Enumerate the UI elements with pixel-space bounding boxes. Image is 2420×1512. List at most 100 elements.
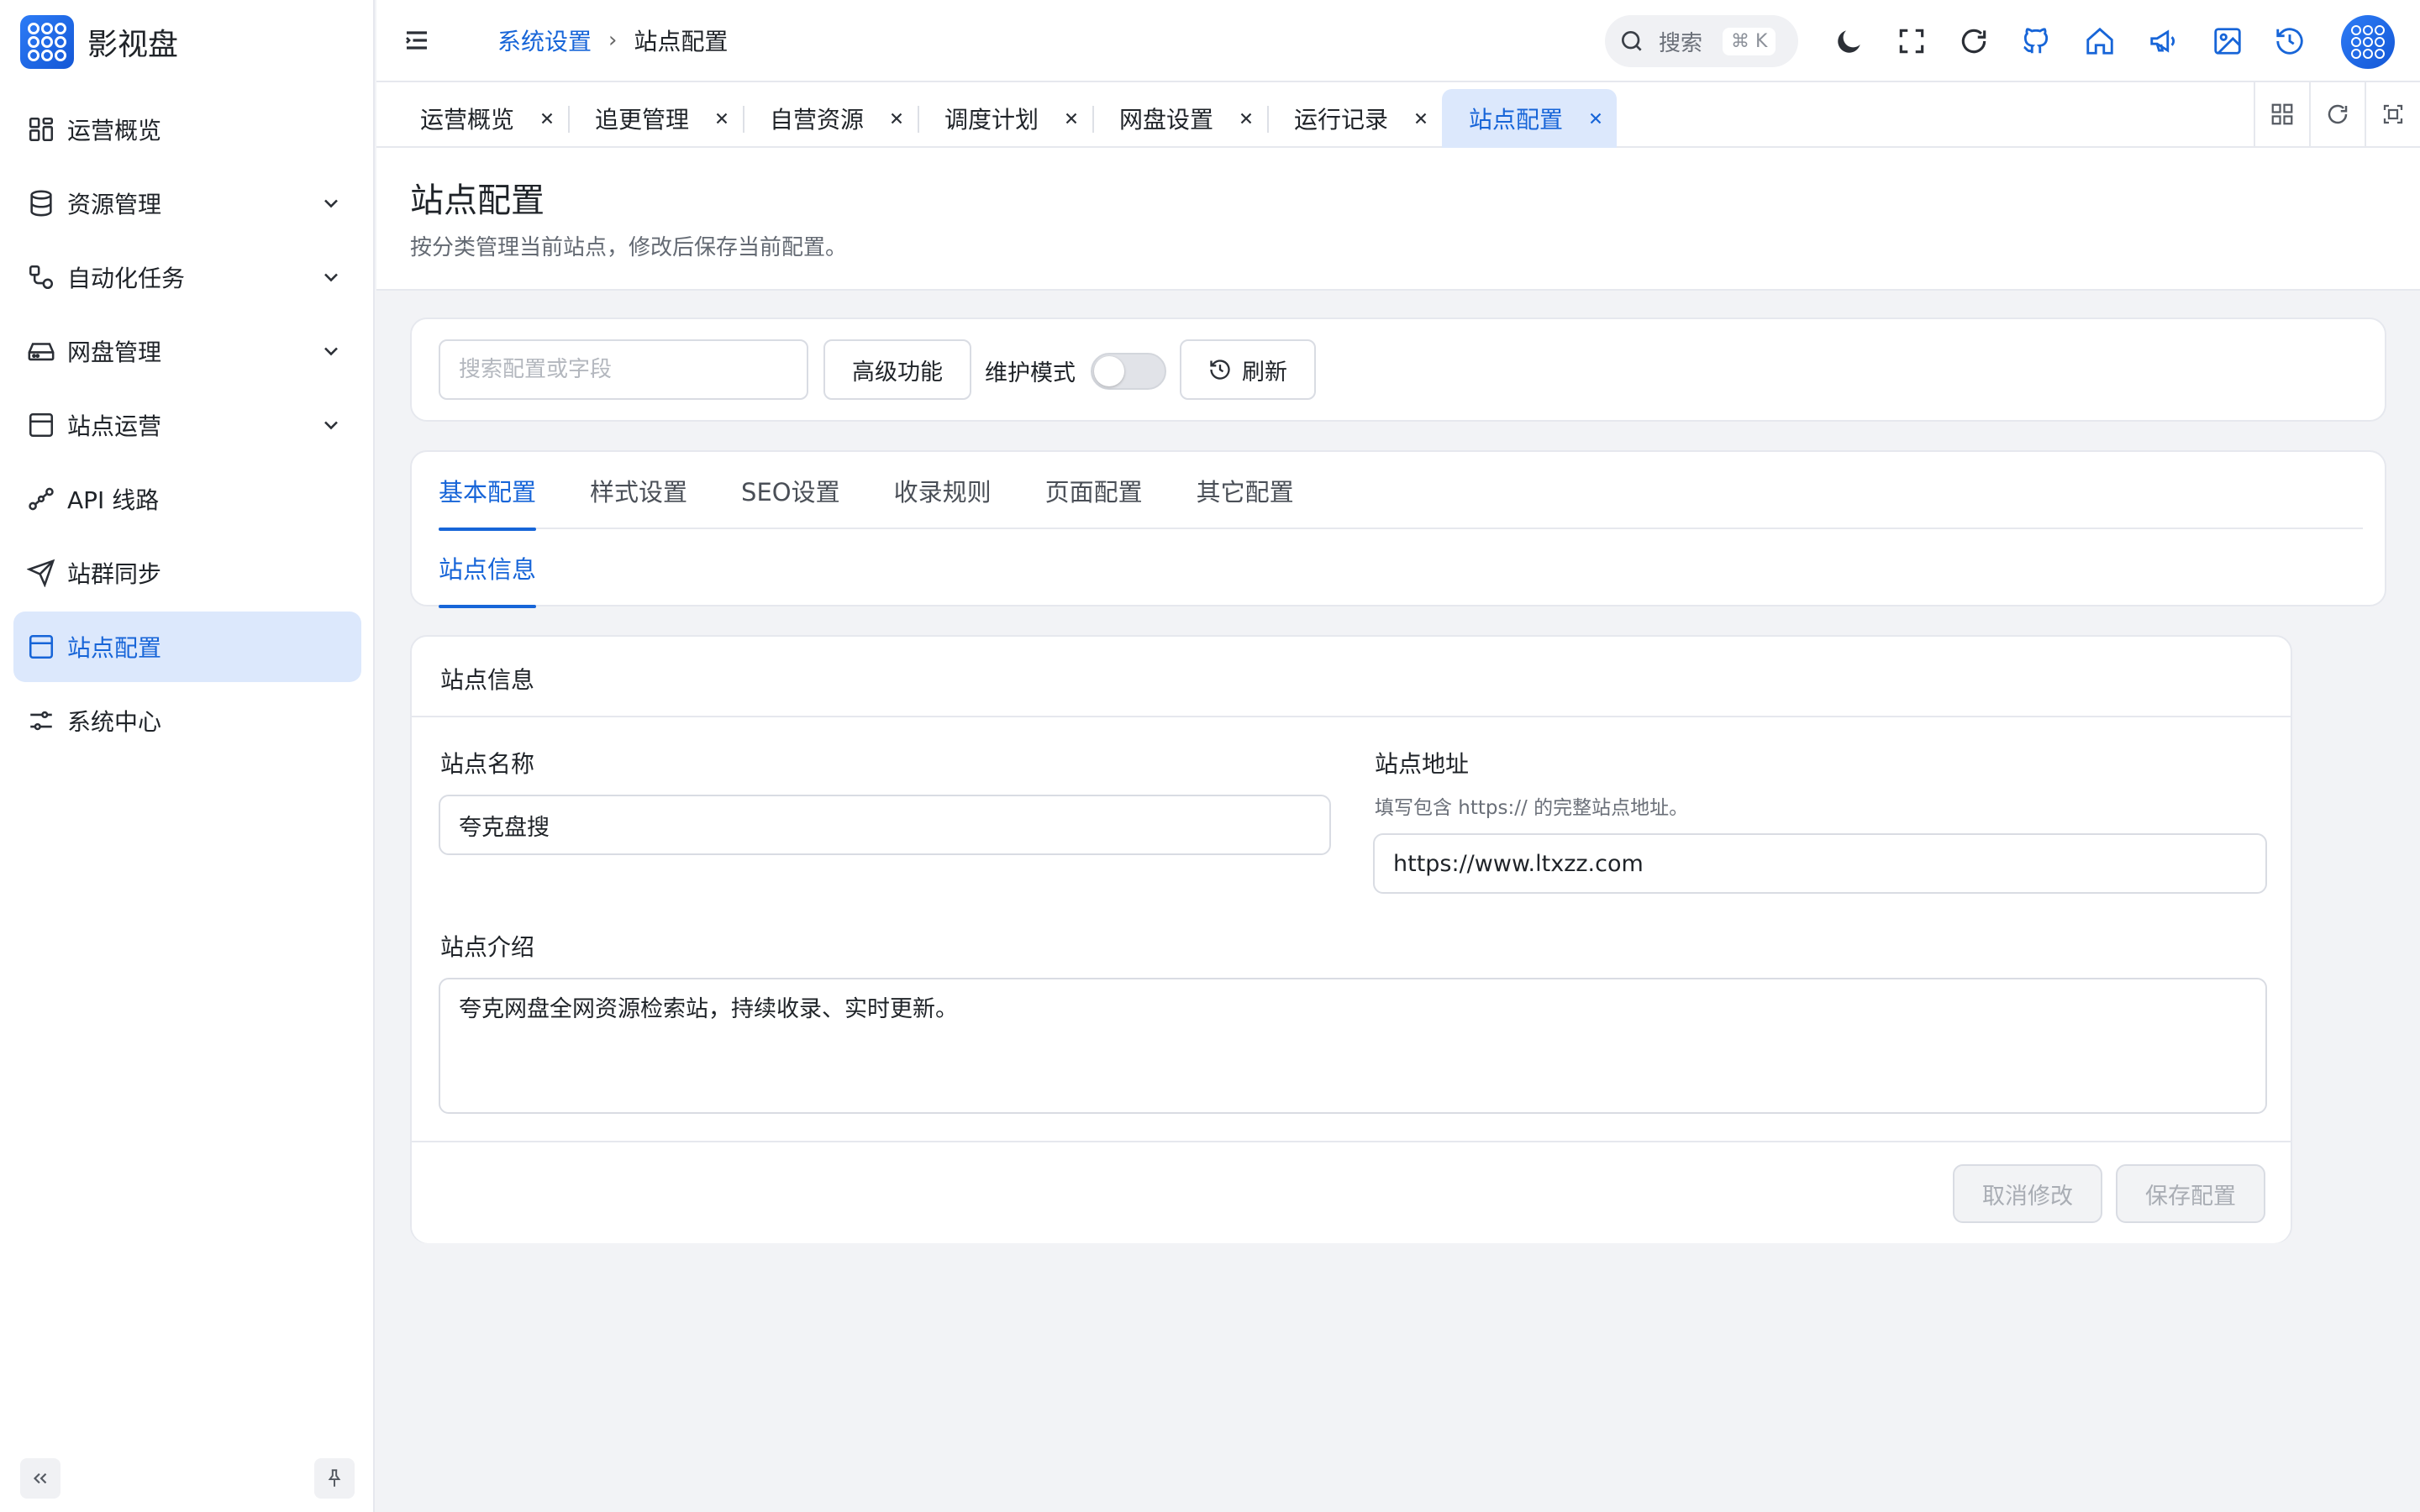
refresh-button[interactable]: 刷新 <box>1180 339 1316 400</box>
site-intro-textarea[interactable]: 夸克网盘全网资源检索站，持续收录、实时更新。 <box>439 978 2267 1114</box>
search-shortcut: ⌘ K <box>1723 27 1776 55</box>
site-name-label: 站点名称 <box>440 750 535 778</box>
chevron-down-icon <box>324 273 338 282</box>
moon-icon[interactable] <box>1833 25 1865 57</box>
tab-basic-config[interactable]: 基本配置 <box>439 452 537 531</box>
image-icon[interactable] <box>2212 25 2244 57</box>
tab-overview[interactable]: 运营概览 <box>393 89 568 148</box>
form-footer: 取消修改 保存配置 <box>412 1141 2291 1243</box>
close-icon[interactable] <box>887 109 906 128</box>
advanced-features-button[interactable]: 高级功能 <box>823 339 971 400</box>
tab-label: 网盘设置 <box>1119 106 1214 134</box>
site-intro-label: 站点介绍 <box>440 933 535 961</box>
sidebar-item-site-config[interactable]: 站点配置 <box>13 612 361 682</box>
site-name-input[interactable] <box>439 795 1331 855</box>
sidebar-item-site-sync[interactable]: 站群同步 <box>13 538 361 608</box>
maintenance-mode-toggle[interactable] <box>1091 353 1166 390</box>
refresh-icon <box>2328 104 2348 124</box>
tab-label: 运行记录 <box>1294 106 1389 134</box>
tab-seo-settings[interactable]: SEO设置 <box>741 452 840 529</box>
page-description: 按分类管理当前站点，修改后保存当前配置。 <box>410 235 848 260</box>
history-icon <box>1210 360 1230 380</box>
search-label: 搜索 <box>1659 30 1703 56</box>
home-icon[interactable] <box>2084 25 2116 57</box>
window-icon <box>29 634 54 659</box>
app-logo <box>20 15 74 69</box>
sidebar-item-automation[interactable]: 自动化任务 <box>13 242 361 312</box>
save-config-button[interactable]: 保存配置 <box>2116 1164 2265 1223</box>
site-url-input[interactable] <box>1373 833 2267 894</box>
chevron-down-icon <box>324 199 338 208</box>
github-icon[interactable] <box>2020 25 2052 57</box>
sidebar-item-system[interactable]: 系统中心 <box>13 685 361 756</box>
tab-style-settings[interactable]: 样式设置 <box>590 452 687 529</box>
sidebar-item-site-ops[interactable]: 站点运营 <box>13 390 361 460</box>
sidebar-item-drive[interactable]: 网盘管理 <box>13 316 361 386</box>
config-search-input[interactable] <box>439 339 808 400</box>
tab-label: 追更管理 <box>595 106 690 134</box>
refresh-icon[interactable] <box>1958 25 1990 57</box>
sidebar-item-label: 运营概览 <box>67 117 162 144</box>
tabs-maximize-button[interactable] <box>2365 82 2420 146</box>
site-info-form: 站点信息 站点名称 站点地址 填写包含 https:// 的完整站点地址。 站点… <box>410 635 2292 1243</box>
tab-follow-updates[interactable]: 追更管理 <box>568 89 743 148</box>
close-icon[interactable] <box>1412 109 1430 128</box>
drive-icon <box>28 343 55 361</box>
browser-icon <box>29 412 54 438</box>
sidebar-item-label: API 线路 <box>67 486 160 514</box>
tab-schedule[interactable]: 调度计划 <box>918 89 1092 148</box>
sidebar-item-api-routes[interactable]: API 线路 <box>13 464 361 534</box>
breadcrumb-item-system-settings[interactable]: 系统设置 <box>497 24 592 57</box>
tab-label: 站点配置 <box>1469 106 1564 134</box>
page-header: 站点配置 按分类管理当前站点，修改后保存当前配置。 <box>376 148 2420 291</box>
open-tabs-bar: 运营概览 追更管理 自营资源 调度计划 网盘设置 运行记录 站点配置 <box>376 82 2420 148</box>
collapse-sidebar-button[interactable] <box>20 1458 60 1499</box>
tabs-reload-button[interactable] <box>2309 82 2365 146</box>
chevron-down-icon <box>324 421 338 430</box>
global-search[interactable]: 搜索 ⌘ K <box>1605 15 1798 67</box>
route-icon <box>29 487 54 511</box>
search-icon <box>1622 31 1642 51</box>
config-main-tabs: 基本配置 样式设置 SEO设置 收录规则 页面配置 其它配置 <box>439 452 2363 531</box>
tab-run-logs[interactable]: 运行记录 <box>1267 89 1442 148</box>
tab-indexing-rules[interactable]: 收录规则 <box>894 452 992 529</box>
megaphone-icon[interactable] <box>2148 25 2180 57</box>
sidebar-menu: 运营概览 资源管理 自动化任务 网盘管理 站点运营 API 线路 站群同步 站点… <box>13 94 361 759</box>
close-icon[interactable] <box>1586 109 1605 128</box>
tab-page-config[interactable]: 页面配置 <box>1045 452 1143 529</box>
app-name: 影视盘 <box>87 28 179 62</box>
brand[interactable]: 影视盘 <box>20 15 178 69</box>
tabs-grid-button[interactable] <box>2254 82 2309 146</box>
breadcrumb-item-current: 站点配置 <box>634 28 729 55</box>
sidebar-item-overview[interactable]: 运营概览 <box>13 94 361 165</box>
chevron-down-icon <box>324 347 338 356</box>
close-icon[interactable] <box>713 109 731 128</box>
close-icon[interactable] <box>538 109 556 128</box>
subtab-site-info[interactable]: 站点信息 <box>439 529 537 608</box>
tabs-actions <box>2254 82 2420 146</box>
tab-site-config[interactable]: 站点配置 <box>1442 89 1617 148</box>
tab-own-resources[interactable]: 自营资源 <box>743 89 918 148</box>
sidebar: 影视盘 运营概览 资源管理 自动化任务 网盘管理 站点运营 API 线路 站群同… <box>0 0 375 1512</box>
send-icon <box>27 559 55 587</box>
settings-sliders-icon <box>30 711 52 731</box>
tab-label: 自营资源 <box>770 106 865 134</box>
sidebar-item-label: 自动化任务 <box>67 265 186 292</box>
cancel-changes-button[interactable]: 取消修改 <box>1953 1164 2102 1223</box>
close-icon[interactable] <box>1237 109 1255 128</box>
dashboard-icon <box>29 117 54 142</box>
close-icon[interactable] <box>1062 109 1081 128</box>
maximize-icon <box>2383 104 2403 124</box>
fullscreen-icon[interactable] <box>1896 25 1928 57</box>
tab-other-config[interactable]: 其它配置 <box>1197 452 1294 529</box>
pin-sidebar-button[interactable] <box>314 1458 355 1499</box>
tab-drive-settings[interactable]: 网盘设置 <box>1092 89 1267 148</box>
form-header: 站点信息 <box>412 637 2291 717</box>
sidebar-item-label: 站群同步 <box>67 560 162 588</box>
history-icon[interactable] <box>2274 25 2306 57</box>
grid-icon <box>2271 103 2293 125</box>
sidebar-item-resources[interactable]: 资源管理 <box>13 168 361 239</box>
refresh-button-label: 刷新 <box>1242 359 1287 386</box>
user-avatar[interactable] <box>2341 15 2395 69</box>
menu-toggle-icon[interactable] <box>402 25 432 55</box>
